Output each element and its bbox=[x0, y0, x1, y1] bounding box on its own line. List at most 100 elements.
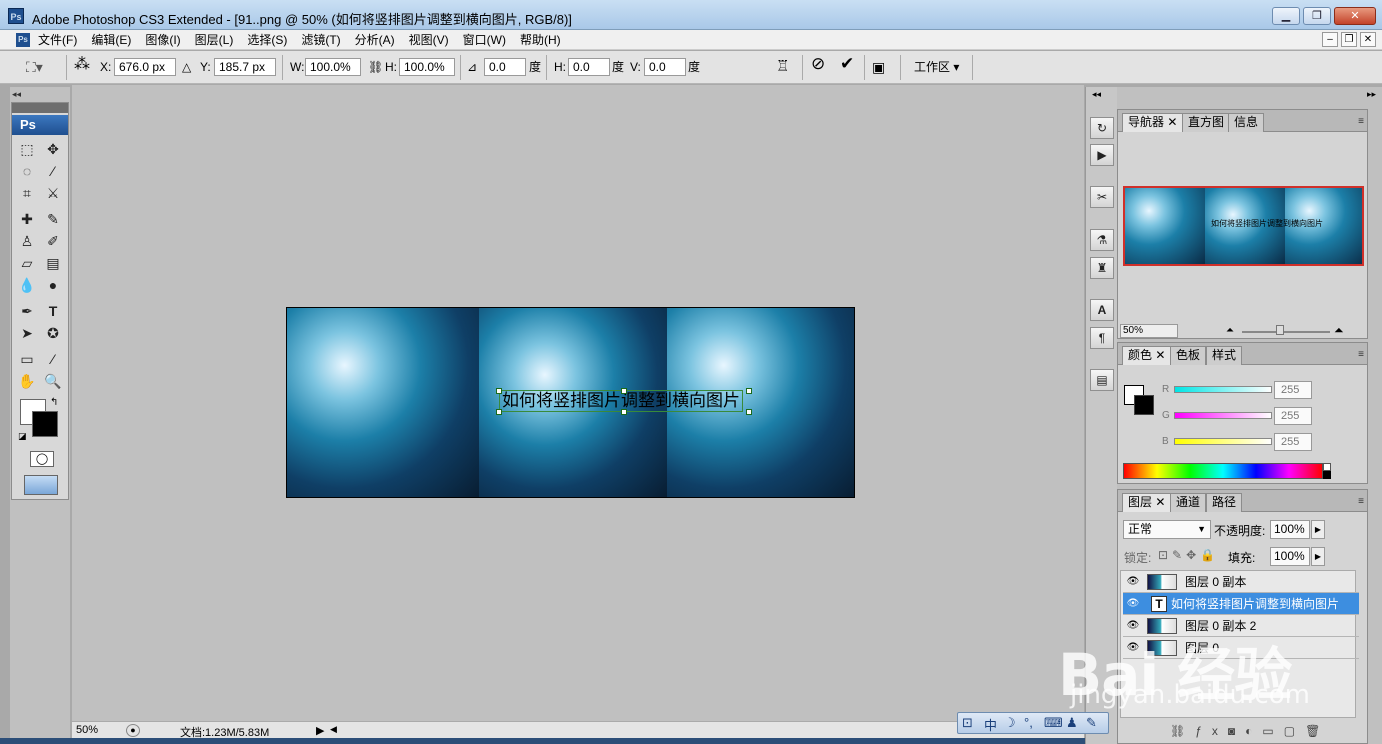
fill-input[interactable]: 100% bbox=[1270, 547, 1310, 566]
ime-mode[interactable]: 中 bbox=[984, 715, 997, 734]
clone-stamp-tool-icon[interactable]: ♙ bbox=[16, 231, 38, 251]
b-channel-slider[interactable] bbox=[1174, 438, 1272, 445]
r-channel-slider[interactable] bbox=[1174, 386, 1272, 393]
magic-wand-tool-icon[interactable]: ⁄ bbox=[42, 161, 64, 181]
white-swatch[interactable] bbox=[1323, 463, 1331, 471]
menu-edit[interactable]: 编辑(E) bbox=[91, 32, 138, 48]
tab-swatches[interactable]: 色板 bbox=[1170, 346, 1207, 365]
delta-icon[interactable]: △ bbox=[182, 59, 191, 75]
fill-arrow-icon[interactable]: ▶ bbox=[1311, 547, 1325, 566]
dodge-tool-icon[interactable]: ● bbox=[42, 275, 64, 295]
reference-point-icon[interactable]: ⁂ bbox=[74, 57, 90, 73]
zoom-slider-thumb[interactable] bbox=[1276, 325, 1284, 335]
marquee-tool-icon[interactable]: ⬚ bbox=[16, 139, 38, 159]
workspace-button[interactable]: 工作区 ▾ bbox=[914, 59, 959, 75]
ime-logo-icon[interactable]: ⊡ bbox=[962, 715, 973, 731]
link-icon[interactable]: ⛓ bbox=[368, 59, 383, 75]
lock-options-icons[interactable]: ⊡✎✥🔒 bbox=[1158, 548, 1219, 562]
black-swatch[interactable] bbox=[1323, 471, 1331, 479]
tool-preset-icon[interactable]: ⛶▾ bbox=[26, 59, 43, 75]
menu-layer[interactable]: 图层(L) bbox=[195, 32, 241, 48]
menu-help[interactable]: 帮助(H) bbox=[520, 32, 568, 48]
brush-tool-icon[interactable]: ✎ bbox=[42, 209, 64, 229]
eye-icon[interactable]: 👁 bbox=[1126, 599, 1140, 609]
status-arrow-icon[interactable]: ▶ bbox=[316, 724, 324, 737]
g-channel-value[interactable]: 255 bbox=[1274, 407, 1312, 425]
navigator-thumbnail[interactable]: 如何将竖排图片调整到横向图片 bbox=[1123, 186, 1364, 266]
healing-brush-tool-icon[interactable]: ✚ bbox=[16, 209, 38, 229]
punctuation-icon[interactable]: °, bbox=[1024, 715, 1033, 730]
g-channel-slider[interactable] bbox=[1174, 412, 1272, 419]
commit-transform-icon[interactable]: ✔ bbox=[840, 55, 854, 72]
screen-mode-icon[interactable] bbox=[24, 475, 58, 495]
eye-icon[interactable]: 👁 bbox=[1126, 621, 1140, 631]
eye-icon[interactable]: 👁 bbox=[1126, 577, 1140, 587]
collapse-toolbox-icon[interactable]: ◂◂ bbox=[12, 89, 21, 100]
clone-source-panel-icon[interactable]: ♜ bbox=[1090, 257, 1114, 279]
hand-tool-icon[interactable]: ✋ bbox=[16, 371, 38, 391]
tool-presets-panel-icon[interactable]: ✂ bbox=[1090, 186, 1114, 208]
r-channel-value[interactable]: 255 bbox=[1274, 381, 1312, 399]
ps-logo[interactable]: Ps bbox=[12, 115, 68, 135]
warp-mode-icon[interactable]: ♖ bbox=[776, 59, 789, 75]
pen-tool-icon[interactable]: ✒ bbox=[16, 301, 38, 321]
swap-colors-icon[interactable]: ↰ bbox=[50, 397, 58, 408]
document-icon[interactable]: Ps bbox=[16, 33, 30, 47]
move-tool-icon[interactable]: ✥ bbox=[42, 139, 64, 159]
actions-panel-icon[interactable]: ▶ bbox=[1090, 144, 1114, 166]
layer-row[interactable]: 👁 图层 0 bbox=[1123, 637, 1359, 659]
x-position-input[interactable]: 676.0 px bbox=[114, 58, 176, 76]
opacity-arrow-icon[interactable]: ▶ bbox=[1311, 520, 1325, 539]
tab-styles[interactable]: 样式 bbox=[1206, 346, 1243, 365]
height-scale-input[interactable]: 100.0% bbox=[399, 58, 455, 76]
b-channel-value[interactable]: 255 bbox=[1274, 433, 1312, 451]
layer-row[interactable]: 👁 图层 0 副本 bbox=[1123, 571, 1359, 593]
layer-row[interactable]: 👁 图层 0 副本 2 bbox=[1123, 615, 1359, 637]
zoom-slider[interactable] bbox=[1242, 331, 1330, 333]
tab-layers[interactable]: 图层 ✕ bbox=[1122, 493, 1172, 512]
menu-select[interactable]: 选择(S) bbox=[247, 32, 294, 48]
path-selection-tool-icon[interactable]: ➤ bbox=[16, 323, 38, 343]
menu-window[interactable]: 窗口(W) bbox=[463, 32, 513, 48]
gradient-tool-icon[interactable]: ▤ bbox=[42, 253, 64, 273]
vskew-input[interactable]: 0.0 bbox=[644, 58, 686, 76]
slice-tool-icon[interactable]: ⚔ bbox=[42, 183, 64, 203]
notes-tool-icon[interactable]: ▭ bbox=[16, 349, 38, 369]
rotate-input[interactable]: 0.0 bbox=[484, 58, 526, 76]
default-colors-icon[interactable]: ◪ bbox=[18, 431, 27, 442]
eyedropper-tool-icon[interactable]: ⁄ bbox=[42, 349, 64, 369]
opacity-input[interactable]: 100% bbox=[1270, 520, 1310, 539]
eraser-tool-icon[interactable]: ▱ bbox=[16, 253, 38, 273]
tab-color[interactable]: 颜色 ✕ bbox=[1122, 346, 1172, 365]
color-background-swatch[interactable] bbox=[1134, 395, 1154, 415]
half-width-icon[interactable]: ☽ bbox=[1004, 715, 1016, 731]
blend-mode-select[interactable]: 正常 ▼ bbox=[1123, 520, 1211, 539]
width-scale-input[interactable]: 100.0% bbox=[305, 58, 361, 76]
panel-menu-icon[interactable]: ≡ bbox=[1358, 349, 1364, 360]
scroll-left-icon[interactable]: ◀ bbox=[330, 724, 337, 735]
zoom-in-icon[interactable]: ⏶ bbox=[1334, 323, 1344, 338]
layer-row-selected[interactable]: 👁 T 如何将竖排图片调整到横向图片 bbox=[1123, 593, 1359, 615]
menu-filter[interactable]: 滤镜(T) bbox=[301, 32, 347, 48]
user-icon[interactable]: ♟ bbox=[1066, 715, 1078, 731]
custom-shape-tool-icon[interactable]: ✪ bbox=[42, 323, 64, 343]
color-spectrum-bar[interactable] bbox=[1123, 463, 1323, 479]
character-panel-icon[interactable]: A bbox=[1090, 299, 1114, 321]
tab-navigator[interactable]: 导航器 ✕ bbox=[1122, 113, 1184, 132]
panel-menu-icon[interactable]: ≡ bbox=[1358, 496, 1364, 507]
bridge-icon[interactable]: ▣ bbox=[872, 59, 885, 75]
minimize-button[interactable]: ▁ bbox=[1272, 7, 1300, 25]
photoshop-app-icon[interactable]: Ps bbox=[8, 8, 24, 24]
expand-dock-icon[interactable]: ◂◂ bbox=[1092, 89, 1101, 100]
zoom-level-field[interactable]: 50% bbox=[76, 724, 98, 736]
doc-restore-button[interactable]: ❐ bbox=[1341, 32, 1357, 47]
menu-view[interactable]: 视图(V) bbox=[409, 32, 456, 48]
doc-close-button[interactable]: ✕ bbox=[1360, 32, 1376, 47]
soft-keyboard-icon[interactable]: ⌨ bbox=[1044, 715, 1063, 731]
transform-handle[interactable] bbox=[621, 409, 627, 415]
collapse-panels-icon[interactable]: ▸▸ bbox=[1367, 89, 1376, 100]
transform-handle[interactable] bbox=[746, 409, 752, 415]
eye-icon[interactable]: 👁 bbox=[1126, 643, 1140, 653]
tab-paths[interactable]: 路径 bbox=[1206, 493, 1243, 512]
tab-histogram[interactable]: 直方图 bbox=[1182, 113, 1231, 132]
